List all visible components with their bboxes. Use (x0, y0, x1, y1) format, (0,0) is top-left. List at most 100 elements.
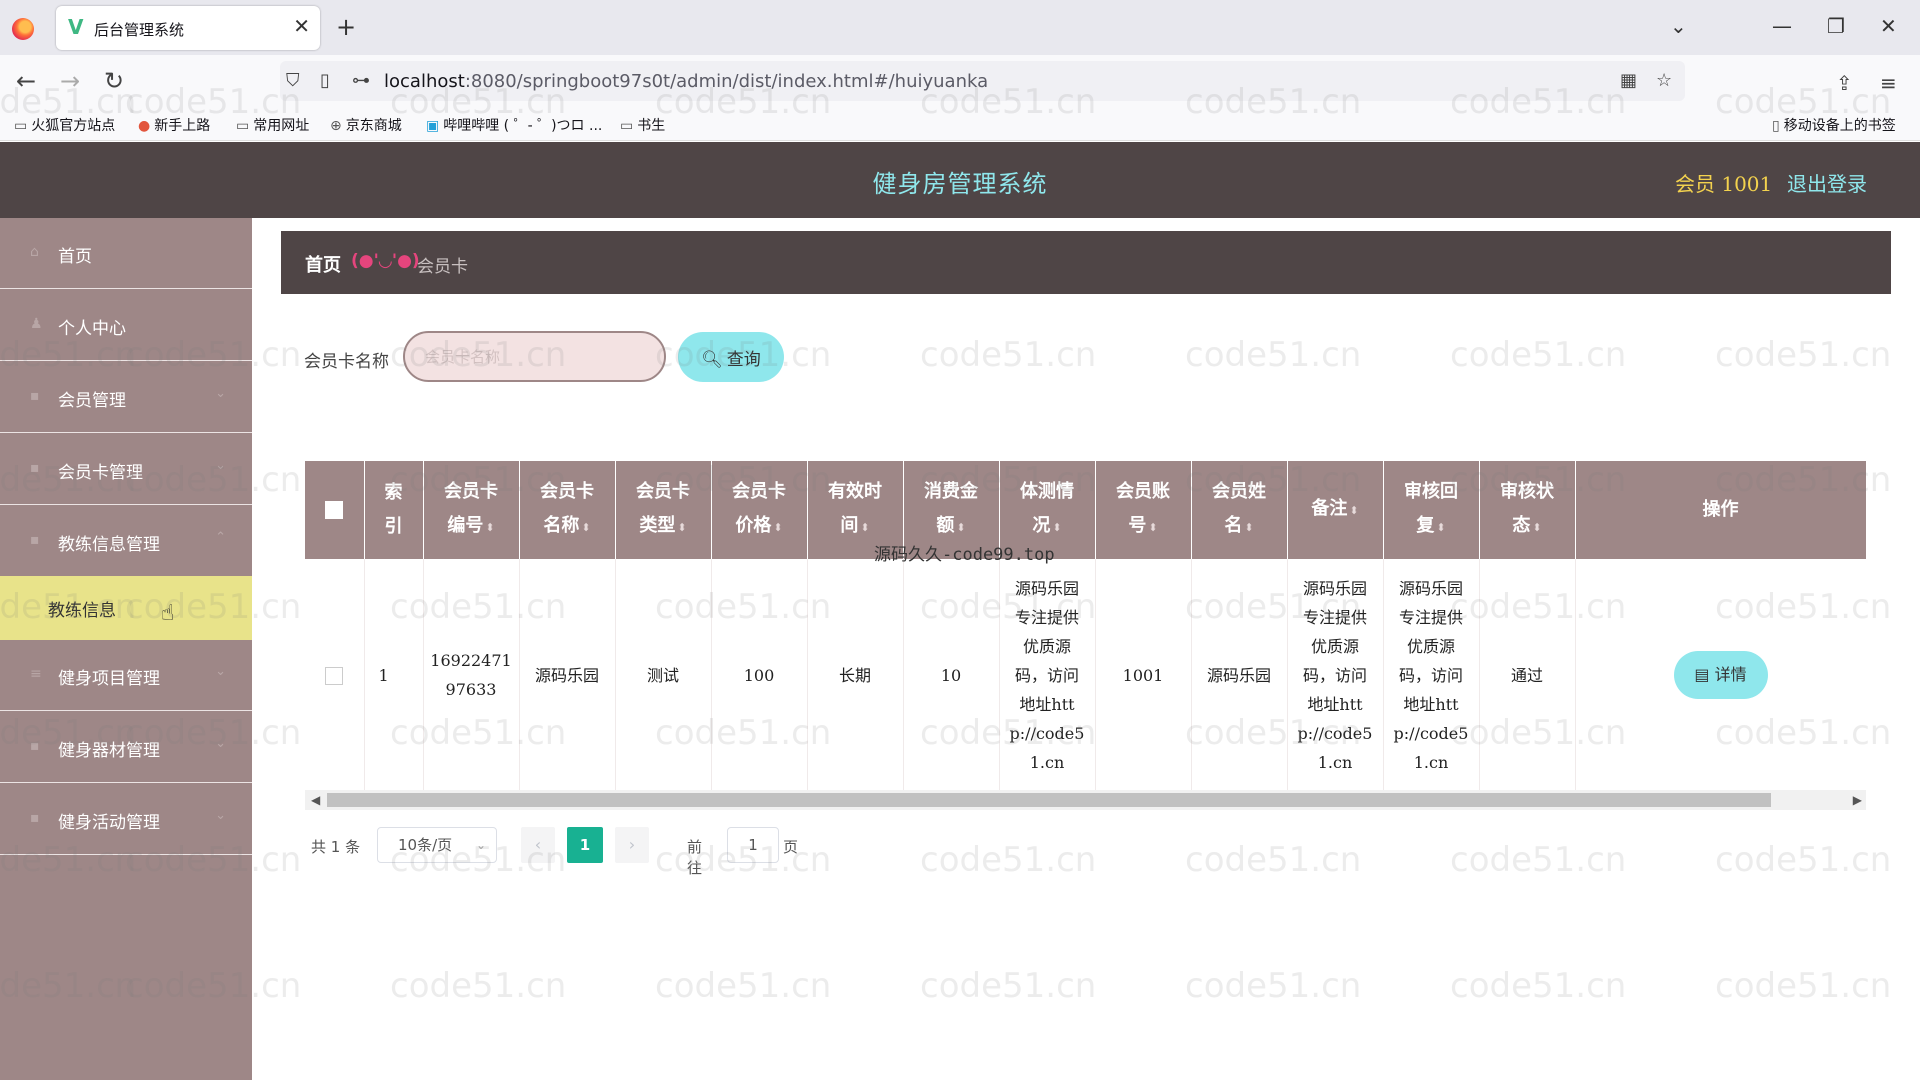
browser-tab[interactable]: V 后台管理系统 ✕ (56, 6, 320, 50)
row-checkbox[interactable] (325, 667, 344, 686)
sort-icon[interactable]: ⬍ (956, 521, 965, 534)
vue-favicon-icon: V (68, 15, 84, 39)
mouse-pointer-icon: ☝ (161, 601, 175, 626)
sort-icon[interactable]: ⬍ (1052, 521, 1061, 534)
document-icon: ▤ (1694, 665, 1715, 685)
bookmark-item[interactable]: ⊕ 京东商城 (330, 115, 402, 135)
sidebar-item-home[interactable]: ⌂ 首页 (0, 218, 252, 289)
back-icon[interactable]: ← (16, 67, 36, 95)
page-size-select[interactable]: 10条/页 ⌄ (377, 827, 497, 863)
extensions-icon[interactable]: ⇪ (1836, 69, 1853, 97)
url-text[interactable]: localhost:8080/springboot97s0t/admin/dis… (384, 71, 988, 92)
browser-tabbar: V 后台管理系统 ✕ + ⌄ — ❐ ✕ (0, 0, 1920, 55)
prev-page-button[interactable]: ‹ (521, 827, 555, 863)
select-all-cell[interactable] (305, 461, 365, 559)
firefox-icon: ● (138, 118, 151, 134)
column-header[interactable]: 会员卡 编号 ⬍ (423, 461, 520, 559)
select-all-checkbox[interactable] (325, 501, 344, 519)
cell-index: 1 (364, 559, 424, 792)
sort-icon[interactable]: ⬍ (485, 521, 494, 534)
sidebar-item-activities[interactable]: ▪ 健身活动管理 ⌄ (0, 784, 252, 855)
column-header[interactable]: 会员卡 价格 ⬍ (711, 461, 808, 559)
sort-icon[interactable]: ⬍ (1532, 521, 1541, 534)
page-icon[interactable]: ▯ (320, 71, 330, 91)
chevron-down-icon: ⌄ (475, 838, 486, 852)
mobile-bookmarks[interactable]: ▯ 移动设备上的书签 (1772, 115, 1896, 135)
column-header[interactable]: 会员卡 名称 ⬍ (519, 461, 616, 559)
bookmark-star-icon[interactable]: ☆ (1656, 71, 1672, 91)
horizontal-scrollbar[interactable]: ◀ ▶ (305, 790, 1866, 810)
search-input[interactable] (403, 331, 666, 382)
detail-button[interactable]: ▤ 详情 (1673, 651, 1768, 700)
scroll-right-icon[interactable]: ▶ (1853, 791, 1862, 809)
list-icon: ≡ (30, 666, 42, 682)
sidebar-item-label: 健身项目管理 (58, 669, 160, 689)
cell-card-name: 源码乐园 (519, 559, 616, 792)
column-header: 索引 (364, 461, 424, 559)
goto-page-input[interactable]: 1 (727, 827, 779, 863)
sidebar-item-member-cards[interactable]: ▪ 会员卡管理 ⌄ (0, 434, 252, 505)
column-header[interactable]: 审核状态 ⬍ (1479, 461, 1576, 559)
browser-navbar: ← → ↻ ⛉ ▯ ⊶ localhost:8080/springboot97s… (0, 55, 1920, 107)
sort-icon[interactable]: ⬍ (1148, 521, 1157, 534)
forward-icon[interactable]: → (60, 67, 80, 95)
goto-unit: 页 (783, 838, 799, 856)
breadcrumb-home[interactable]: 首页 (305, 251, 341, 277)
sidebar-item-members[interactable]: ▪ 会员管理 ⌄ (0, 362, 252, 433)
sidebar-item-fitness-projects[interactable]: ≡ 健身项目管理 ⌄ (0, 640, 252, 711)
url-bar[interactable]: ⛉ ▯ ⊶ localhost:8080/springboot97s0t/adm… (280, 61, 1685, 101)
logout-button[interactable]: 退出登录 (1787, 168, 1867, 197)
tab-title: 后台管理系统 (94, 21, 185, 39)
breadcrumb: 首页 (●'◡'●) 会员卡 (281, 231, 1891, 294)
reload-icon[interactable]: ↻ (104, 67, 124, 95)
qr-code-icon[interactable]: ▦ (1620, 71, 1637, 91)
scrollbar-thumb[interactable] (327, 793, 1771, 807)
sidebar-item-coach-info[interactable]: 教练信息 (0, 576, 252, 640)
bookmark-item[interactable]: ● 新手上路 (138, 115, 210, 135)
sort-icon[interactable]: ⬍ (1244, 521, 1253, 534)
folder-icon: ▭ (14, 118, 28, 134)
column-header[interactable]: 备注 ⬍ (1287, 461, 1384, 559)
cell-account: 1001 (1095, 559, 1192, 792)
tab-list-icon[interactable]: ⌄ (1670, 14, 1687, 38)
shield-icon[interactable]: ⛉ (286, 71, 300, 91)
table-header-row: 索引 会员卡 编号 ⬍ 会员卡 名称 ⬍ 会员卡 类型 ⬍ 会员卡 价格 ⬍ 有效时间 ⬍ 消费金… (305, 461, 1866, 559)
chevron-down-icon: ⌄ (215, 458, 226, 473)
sidebar-item-label: 个人中心 (58, 319, 126, 339)
bookmark-item[interactable]: ▭ 书生 (620, 115, 665, 135)
sidebar-item-coach-management[interactable]: ▪ 教练信息管理 ⌃ (0, 506, 252, 577)
cell-actions: ▤ 详情 (1575, 559, 1866, 792)
sort-icon[interactable]: ⬍ (1436, 521, 1445, 534)
search-button[interactable]: 🔍︎ 查询 (678, 332, 784, 382)
column-header[interactable]: 会员卡 类型 ⬍ (615, 461, 712, 559)
minimize-icon[interactable]: — (1772, 14, 1792, 38)
cell-review-status: 通过 (1479, 559, 1576, 792)
permissions-icon[interactable]: ⊶ (352, 71, 370, 91)
sidebar-item-label: 会员卡管理 (58, 463, 143, 483)
cell-validity: 长期 (807, 559, 904, 792)
next-page-button[interactable]: › (615, 827, 649, 863)
sidebar-item-equipment[interactable]: ▪ 健身器材管理 ⌄ (0, 712, 252, 783)
overlay-watermark-text: 源码久久-code99.top (874, 545, 1055, 565)
column-header[interactable]: 审核回复 ⬍ (1383, 461, 1480, 559)
sort-icon[interactable]: ⬍ (773, 521, 782, 534)
sort-icon[interactable]: ⬍ (581, 521, 590, 534)
sort-icon[interactable]: ⬍ (1349, 504, 1358, 517)
tab-close-icon[interactable]: ✕ (293, 15, 310, 37)
sort-icon[interactable]: ⬍ (860, 521, 869, 534)
column-header[interactable]: 会员账号 ⬍ (1095, 461, 1192, 559)
row-select-cell[interactable] (305, 559, 365, 792)
page-number-current[interactable]: 1 (567, 827, 603, 863)
window-close-icon[interactable]: ✕ (1880, 14, 1897, 38)
new-tab-button[interactable]: + (336, 14, 356, 40)
bookmark-item[interactable]: ▣ 哔哩哔哩 ( ゜- ゜)つロ ... (426, 115, 602, 135)
bookmark-item[interactable]: ▭ 常用网址 (236, 115, 309, 135)
scroll-left-icon[interactable]: ◀ (311, 791, 320, 809)
sort-icon[interactable]: ⬍ (677, 521, 686, 534)
sidebar-item-profile[interactable]: ♟ 个人中心 (0, 290, 252, 361)
restore-icon[interactable]: ❐ (1827, 14, 1845, 38)
menu-icon[interactable]: ≡ (1880, 69, 1897, 97)
column-header[interactable]: 会员姓名 ⬍ (1191, 461, 1288, 559)
app-title: 健身房管理系统 (872, 170, 1048, 198)
bookmark-item[interactable]: ▭ 火狐官方站点 (14, 115, 115, 135)
